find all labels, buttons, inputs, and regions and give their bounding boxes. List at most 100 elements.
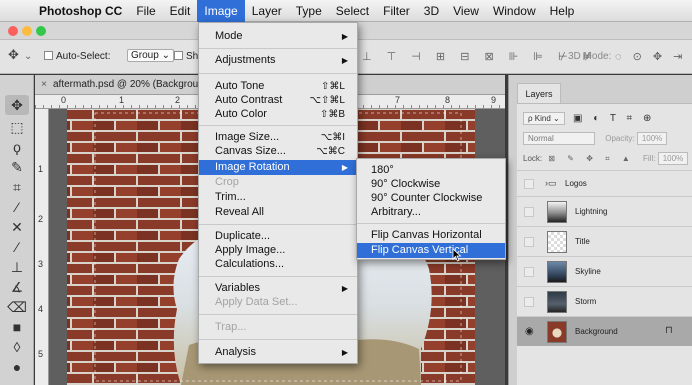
app-menu[interactable]: Photoshop CC	[32, 0, 129, 22]
menu-separator	[199, 73, 357, 74]
menu-window[interactable]: Window	[486, 0, 543, 22]
close-window-button[interactable]	[8, 26, 18, 36]
layers-panel: Layers ρ Kind ⌄ ▣ ◐ T ⌗ ⊕ Normal Opacity…	[508, 75, 692, 385]
lasso-tool-icon[interactable]: ϙ	[5, 137, 29, 157]
menu-item-image-size[interactable]: Image Size... ⌥⌘I	[199, 130, 357, 145]
menu-item-reveal-all[interactable]: Reveal All	[199, 205, 357, 220]
menu-3d[interactable]: 3D	[417, 0, 446, 22]
blur-tool-icon[interactable]: ◊	[5, 337, 29, 357]
menu-item-canvas-size[interactable]: Canvas Size... ⌥⌘C	[199, 144, 357, 159]
blend-mode-dropdown[interactable]: Normal	[523, 132, 595, 145]
menu-item-auto-color[interactable]: Auto Color ⇧⌘B	[199, 107, 357, 122]
opacity-input[interactable]: 100%	[636, 132, 668, 145]
layers-tab[interactable]: Layers	[517, 83, 561, 103]
checkbox-icon	[44, 51, 53, 60]
eyedropper-tool-icon[interactable]: ⁄	[5, 197, 29, 217]
healing-brush-tool-icon[interactable]: ✕	[5, 217, 29, 237]
menu-item-apply-data-set[interactable]: Apply Data Set...	[199, 295, 357, 310]
align-distribute-icons[interactable]: ⊥ ⊤ ⊣ ⊞ ⊟ ⊠ ⊪ ⊫ ⊬ ⊭	[362, 50, 598, 63]
menu-item-rotate-180[interactable]: 180°	[357, 163, 505, 178]
close-icon[interactable]: ×	[35, 75, 53, 94]
menu-item-label: Calculations...	[215, 258, 285, 270]
visibility-toggle[interactable]	[524, 237, 534, 247]
menu-edit[interactable]: Edit	[163, 0, 198, 22]
gradient-tool-icon[interactable]: ■	[5, 317, 29, 337]
auto-select-checkbox[interactable]: Auto-Select:	[44, 51, 110, 62]
menu-item-rotate-90-cw[interactable]: 90° Clockwise	[357, 177, 505, 192]
minimize-window-button[interactable]	[22, 26, 32, 36]
menu-item-label: Apply Image...	[215, 244, 286, 256]
ruler-number: 1	[38, 164, 44, 174]
menu-separator	[199, 125, 357, 126]
menu-item-label: Variables	[215, 282, 261, 294]
menu-item-flip-horizontal[interactable]: Flip Canvas Horizontal	[357, 228, 505, 243]
visibility-toggle[interactable]	[524, 267, 534, 277]
auto-select-dropdown[interactable]: Group ⌄	[127, 49, 174, 62]
fill-input[interactable]: 100%	[657, 152, 689, 165]
menu-item-arbitrary[interactable]: Arbitrary...	[357, 205, 505, 220]
menu-item-mode[interactable]: Mode ▶	[199, 29, 357, 44]
menu-item-duplicate[interactable]: Duplicate...	[199, 229, 357, 244]
layer-name: Lightning	[575, 207, 608, 216]
menu-item-rotate-90-ccw[interactable]: 90° Counter Clockwise	[357, 191, 505, 206]
move-tool-icon[interactable]: ✥	[5, 95, 29, 115]
menu-type[interactable]: Type	[289, 0, 329, 22]
menu-item-auto-tone[interactable]: Auto Tone ⇧⌘L	[199, 79, 357, 94]
menu-help[interactable]: Help	[543, 0, 582, 22]
layer-row[interactable]: Skyline	[517, 256, 692, 286]
menu-item-adjustments[interactable]: Adjustments ▶	[199, 53, 357, 68]
menu-item-analysis[interactable]: Analysis ▶	[199, 345, 357, 360]
visibility-toggle[interactable]	[524, 207, 534, 217]
move-tool-icon[interactable]: ✥	[8, 47, 19, 63]
menu-select[interactable]: Select	[329, 0, 376, 22]
menu-item-variables[interactable]: Variables ▶	[199, 281, 357, 296]
menu-separator	[357, 223, 505, 224]
eraser-tool-icon[interactable]: ⌫	[5, 297, 29, 317]
lock-icons[interactable]: ⊠ ✎ ✥ ⌗ ▲	[548, 154, 634, 163]
menu-item-apply-image[interactable]: Apply Image...	[199, 243, 357, 258]
quick-select-tool-icon[interactable]: ✎	[5, 157, 29, 177]
layer-thumbnail	[547, 231, 567, 253]
show-transform-checkbox[interactable]: Sh	[174, 51, 198, 62]
menu-image[interactable]: Image	[197, 0, 245, 22]
menu-item-label: Auto Color	[215, 108, 267, 120]
chevron-down-icon[interactable]: ⌄	[24, 51, 32, 62]
layer-row[interactable]: Title	[517, 226, 692, 256]
menu-item-image-rotation[interactable]: Image Rotation ▶	[199, 160, 357, 175]
menu-item-trim[interactable]: Trim...	[199, 190, 357, 205]
layer-kind-filter[interactable]: ρ Kind ⌄	[523, 112, 565, 125]
menu-item-crop[interactable]: Crop	[199, 175, 357, 190]
eye-icon[interactable]: ◉	[525, 326, 534, 337]
layer-row[interactable]: ›▭ Logos	[517, 170, 692, 196]
menu-file[interactable]: File	[129, 0, 162, 22]
layer-row[interactable]: Lightning	[517, 196, 692, 226]
marquee-tool-icon[interactable]: ⬚	[5, 117, 29, 137]
layer-thumbnail	[547, 201, 567, 223]
menu-layer[interactable]: Layer	[245, 0, 289, 22]
layer-thumbnail	[547, 321, 567, 343]
lock-label: Lock:	[523, 154, 543, 163]
layer-row[interactable]: Storm	[517, 286, 692, 316]
fill-label: Fill:	[643, 154, 656, 163]
menu-filter[interactable]: Filter	[376, 0, 417, 22]
menu-item-flip-vertical[interactable]: Flip Canvas Vertical	[357, 243, 505, 258]
crop-tool-icon[interactable]: ⌗	[5, 177, 29, 197]
clone-stamp-tool-icon[interactable]: ⊥	[5, 257, 29, 277]
menu-item-calculations[interactable]: Calculations...	[199, 257, 357, 272]
layer-row-selected[interactable]: ◉ Background ⊓	[517, 316, 692, 346]
menu-item-label: Analysis	[215, 346, 256, 358]
history-brush-tool-icon[interactable]: ∡	[5, 277, 29, 297]
dodge-tool-icon[interactable]: ●	[5, 357, 29, 377]
menu-item-label: Image Rotation	[215, 161, 290, 173]
folder-icon: ›▭	[545, 178, 557, 188]
menu-view[interactable]: View	[446, 0, 486, 22]
zoom-window-button[interactable]	[36, 26, 46, 36]
visibility-toggle[interactable]	[524, 297, 534, 307]
menu-item-label: Crop	[215, 176, 239, 188]
menu-item-auto-contrast[interactable]: Auto Contrast ⌥⇧⌘L	[199, 93, 357, 108]
3d-mode-icons[interactable]: ◌ ⊙ ✥ ⇥	[615, 50, 686, 63]
brush-tool-icon[interactable]: ∕	[5, 237, 29, 257]
filter-type-icons[interactable]: ▣ ◐ T ⌗ ⊕	[573, 113, 655, 124]
visibility-toggle[interactable]	[524, 179, 534, 189]
menu-item-trap[interactable]: Trap...	[199, 320, 357, 335]
